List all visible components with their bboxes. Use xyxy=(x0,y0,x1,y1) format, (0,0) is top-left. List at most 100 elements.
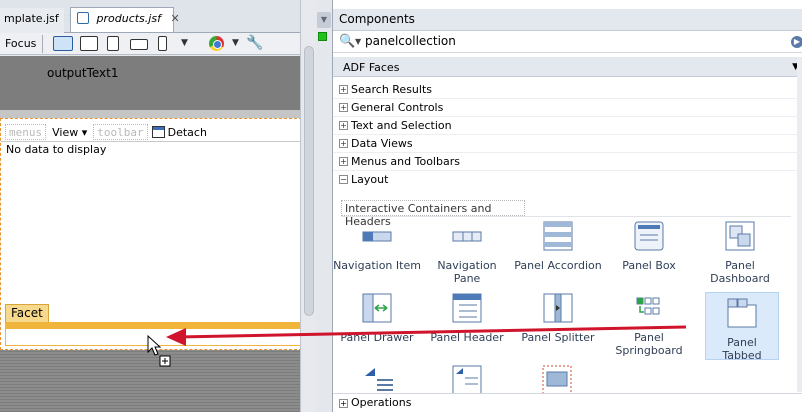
category-general-controls[interactable]: + General Controls xyxy=(333,99,802,117)
component-navigation-pane[interactable]: Navigation Pane xyxy=(423,220,511,285)
detach-icon xyxy=(151,125,165,138)
component-panel-dashboard[interactable]: Panel Dashboard xyxy=(696,220,784,285)
menus-facet[interactable]: menus xyxy=(5,124,47,140)
chevron-down-icon[interactable]: ▼ xyxy=(355,37,361,46)
expand-icon[interactable]: + xyxy=(339,139,348,148)
chevron-down-icon[interactable]: ▼ xyxy=(232,38,239,56)
mouse-cursor-icon xyxy=(147,334,171,367)
toolbar-facet[interactable]: toolbar xyxy=(93,124,148,140)
component-panel-splitter[interactable]: Panel Splitter xyxy=(514,292,602,344)
category-label: Data Views xyxy=(351,137,413,150)
category-search-results[interactable]: + Search Results xyxy=(333,81,802,99)
component-panel-springboard[interactable]: Panel Springboard xyxy=(605,292,693,357)
collapse-icon[interactable]: − xyxy=(339,175,348,184)
category-text-and-selection[interactable]: + Text and Selection xyxy=(333,117,802,135)
view-menu[interactable]: View ▾ xyxy=(50,126,89,139)
tablet-landscape-icon[interactable] xyxy=(80,36,98,51)
focus-button[interactable]: Focus xyxy=(0,35,44,53)
panel-header-icon xyxy=(452,293,482,323)
go-icon[interactable]: ▶ xyxy=(791,36,802,48)
category-label: Text and Selection xyxy=(351,119,452,132)
category-label: General Controls xyxy=(351,101,444,114)
scrollbar-thumb[interactable] xyxy=(304,46,314,316)
component-label: Panel Dashboard xyxy=(710,259,770,285)
component-panel-drawer[interactable]: Panel Drawer xyxy=(333,292,421,344)
library-label: ADF Faces xyxy=(343,61,400,74)
output-text-component[interactable]: outputText1 xyxy=(0,56,300,110)
component-label: Navigation Item xyxy=(333,259,421,272)
category-label: Layout xyxy=(351,173,389,186)
expand-icon[interactable]: + xyxy=(339,157,348,166)
detach-label: Detach xyxy=(167,125,207,139)
chevron-down-icon[interactable]: ▼ xyxy=(181,38,188,56)
category-data-views[interactable]: + Data Views xyxy=(333,135,802,153)
component-panel-header[interactable]: Panel Header xyxy=(423,292,511,344)
tablet-portrait-icon[interactable] xyxy=(107,36,119,51)
component-label: Panel Springboard xyxy=(615,331,683,357)
panel-accordion-icon xyxy=(543,221,573,251)
subsection-header: Interactive Containers and Headers xyxy=(341,200,525,228)
expand-icon[interactable]: + xyxy=(339,85,348,94)
expand-icon[interactable]: + xyxy=(339,103,348,112)
browser-icon[interactable] xyxy=(209,36,224,51)
phone-portrait-icon[interactable] xyxy=(158,36,167,51)
panel-list-icon[interactable] xyxy=(363,366,395,394)
facet-label: Facet xyxy=(5,304,49,322)
panel-tabbed-icon xyxy=(727,298,757,328)
expand-icon[interactable]: + xyxy=(339,121,348,130)
panel-springboard-icon xyxy=(636,297,660,315)
category-list: + Search Results + General Controls + Text … xyxy=(333,81,802,189)
facet-highlight-bar xyxy=(5,322,302,329)
components-palette: Components 🔍 ▼ panelcollection ▶ ADF Fac… xyxy=(332,0,802,412)
detach-button[interactable]: Detach xyxy=(151,125,207,139)
panel-drawer-icon xyxy=(362,293,392,323)
navigation-item-icon xyxy=(362,231,392,242)
close-icon[interactable]: ✕ xyxy=(170,12,179,25)
palette-search-row: 🔍 ▼ panelcollection ▶ xyxy=(333,31,802,53)
search-input[interactable]: panelcollection xyxy=(365,34,785,50)
component-panel-accordion[interactable]: Panel Accordion xyxy=(514,220,602,272)
navigation-pane-icon xyxy=(452,231,482,242)
component-panel-tabbed[interactable]: Panel Tabbed xyxy=(705,292,779,362)
component-label: Panel Box xyxy=(622,259,676,272)
library-selector[interactable]: ADF Faces ▼ xyxy=(333,57,802,77)
category-label: Search Results xyxy=(351,83,433,96)
output-text-label: outputText1 xyxy=(47,66,119,80)
minimize-icon[interactable]: ▼ xyxy=(317,12,331,28)
panel-box-icon xyxy=(634,221,664,251)
splitter[interactable]: ▼ xyxy=(316,0,332,412)
editor-tabbar: mplate.jsf ✕ products.jsf ✕ xyxy=(0,0,332,33)
panel-collection-toolbar: menus View ▾ toolbar Detach xyxy=(5,124,207,140)
jsf-file-icon xyxy=(77,12,89,24)
canvas-separator xyxy=(0,110,300,118)
search-icon[interactable]: 🔍 xyxy=(339,34,355,49)
component-label: Panel Accordion xyxy=(514,259,602,272)
palette-title: Components xyxy=(339,12,415,26)
category-operations[interactable]: + Operations xyxy=(333,393,802,412)
category-menus-and-toolbars[interactable]: + Menus and Toolbars xyxy=(333,153,802,171)
component-label: Panel Drawer xyxy=(340,331,414,344)
subsection-divider xyxy=(341,216,791,217)
component-label: Navigation Pane xyxy=(437,259,497,285)
panel-splitter-icon xyxy=(543,293,573,323)
wrench-icon[interactable]: 🔧 xyxy=(246,35,263,53)
panel-stretch-layout-icon[interactable] xyxy=(541,364,573,394)
component-label: Panel Header xyxy=(430,331,504,344)
layout-components: Interactive Containers and Headers Navig… xyxy=(333,186,802,394)
panel-form-layout-icon[interactable] xyxy=(451,364,483,394)
expand-icon[interactable]: + xyxy=(339,399,348,408)
editor-vertical-scrollbar[interactable] xyxy=(300,0,316,412)
empty-table-text: No data to display xyxy=(6,143,107,156)
category-label: Menus and Toolbars xyxy=(351,155,460,168)
phone-landscape-icon[interactable] xyxy=(130,39,148,50)
panel-dashboard-icon xyxy=(725,221,755,251)
tab-template[interactable]: mplate.jsf ✕ xyxy=(0,8,77,33)
editor-toolbar: Focus ▼ ▼ 🔧 xyxy=(0,33,300,55)
component-navigation-item[interactable]: Navigation Item xyxy=(333,220,421,272)
palette-scrollbar[interactable] xyxy=(797,57,802,392)
tab-products[interactable]: products.jsf ✕ xyxy=(70,7,180,32)
desktop-view-icon[interactable] xyxy=(53,36,73,51)
view-menu-label: View xyxy=(52,125,79,139)
component-panel-box[interactable]: Panel Box xyxy=(605,220,693,272)
status-ok-icon xyxy=(318,32,327,41)
